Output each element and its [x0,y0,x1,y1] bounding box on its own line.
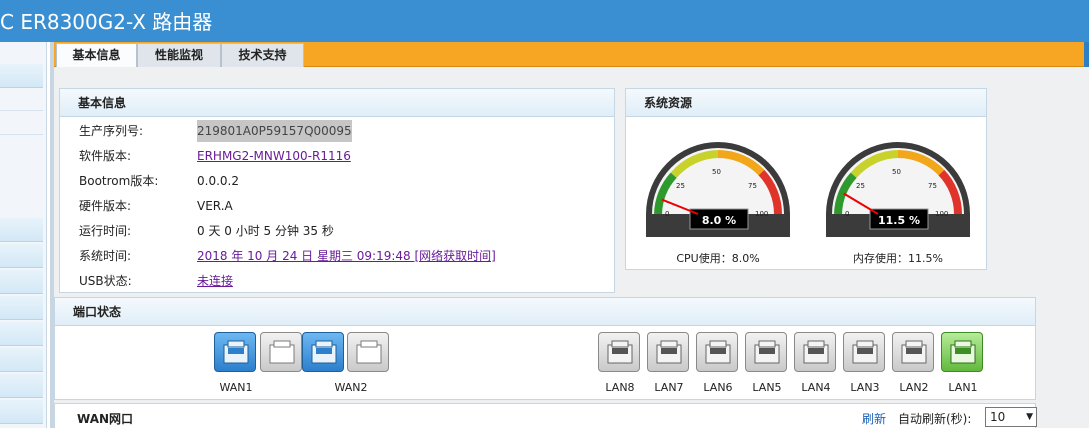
memory-gauge: 0 25 50 75 100 11.5 % 内存使用：11.5% [823,119,973,269]
system-time-label: 系统时间: [79,249,132,263]
port-status-title: 端口状态 [55,298,1035,326]
cpu-readout: 8.0 % [702,214,736,227]
ethernet-port-icon [705,340,731,364]
tab-support[interactable]: 技术支持 [221,43,304,67]
system-time-link[interactable]: 2018 年 10 月 24 日 星期三 09:19:48 [网络获取时间] [197,245,496,267]
tab-basic-info[interactable]: 基本信息 [56,43,137,67]
main-content: 基本信息 性能监视 技术支持 基本信息 生产序列号: 219801A0P5915… [54,42,1089,428]
cpu-scale-0: 0 [665,210,669,218]
cpu-scale-100: 100 [755,210,768,218]
mem-scale-25: 25 [856,182,865,190]
uptime-label: 运行时间: [79,224,132,238]
memory-caption: 内存使用：11.5% [853,252,943,265]
system-resources-panel: 系统资源 0 25 50 75 100 8.0 % CPU使用：8.0% 0 2… [625,88,987,270]
sidebar-item[interactable] [0,322,43,346]
auto-refresh-value: 10 [990,410,1006,424]
cpu-scale-25: 25 [676,182,685,190]
port-lan8[interactable]: LAN8 [598,332,640,394]
mem-scale-0: 0 [845,210,849,218]
serial-value: 219801A0P59157Q00095 [197,120,352,142]
ethernet-port-icon [950,340,976,364]
ethernet-port-icon [754,340,780,364]
wan-section-panel: WAN网口 刷新 自动刷新(秒): 10 ▼ [54,403,1037,428]
ethernet-port-icon [311,340,337,364]
port-lan7[interactable]: LAN7 [647,332,689,394]
sidebar-item[interactable] [0,218,43,242]
mem-scale-75: 75 [928,182,937,190]
port-wan2[interactable] [302,332,344,372]
software-version-link[interactable]: ERHMG2-MNW100-R1116 [197,145,351,167]
port-wan1[interactable]: WAN1 [214,332,256,394]
ethernet-port-icon [269,340,295,364]
cpu-caption: CPU使用：8.0% [676,252,760,265]
serial-label: 生产序列号: [79,124,144,138]
port-label-lan1: LAN1 [948,381,978,394]
cpu-scale-75: 75 [748,182,757,190]
ethernet-port-icon [803,340,829,364]
ethernet-port-icon [656,340,682,364]
ethernet-port-icon [223,340,249,364]
info-row-software: 软件版本: ERHMG2-MNW100-R1116 [60,145,614,167]
port-status-panel: 端口状态 WAN1 WAN2 LAN8 LAN7 LAN6 LAN5 LAN4 LAN3 L… [54,297,1036,400]
sidebar-divider [0,134,43,135]
basic-info-title: 基本信息 [60,89,614,117]
uptime-value: 0 天 0 小时 5 分钟 35 秒 [197,224,334,238]
info-row-system-time: 系统时间: 2018 年 10 月 24 日 星期三 09:19:48 [网络获… [60,245,614,267]
info-row-uptime: 运行时间: 0 天 0 小时 5 分钟 35 秒 [60,220,614,242]
port-lan1[interactable]: LAN1 [941,332,983,394]
port-wan1-secondary[interactable] [260,332,302,372]
port-lan5[interactable]: LAN5 [745,332,787,394]
software-label: 软件版本: [79,149,132,163]
port-label-wan1: WAN1 [219,381,253,394]
system-resources-title: 系统资源 [626,89,986,117]
tabbar-edge [1084,42,1089,67]
cpu-scale-50: 50 [712,168,721,176]
hardware-label: 硬件版本: [79,199,132,213]
port-lan3[interactable]: LAN3 [843,332,885,394]
refresh-link[interactable]: 刷新 [862,410,886,427]
app-header: C ER8300G2-X 路由器 [0,0,1089,42]
memory-readout: 11.5 % [878,214,920,227]
sidebar [0,42,47,428]
info-row-serial: 生产序列号: 219801A0P59157Q00095 [60,120,614,142]
port-label-wan2: WAN2 [334,381,368,394]
sidebar-item[interactable] [0,374,43,398]
cpu-gauge-dial: 0 25 50 75 100 8.0 % [646,142,790,237]
wan-section-title: WAN网口 [77,412,134,426]
port-lan6[interactable]: LAN6 [696,332,738,394]
usb-status-link[interactable]: 未连接 [197,270,233,292]
ethernet-port-icon [852,340,878,364]
sidebar-item[interactable] [0,64,43,88]
auto-refresh-label: 自动刷新(秒): [898,412,972,426]
mem-scale-100: 100 [935,210,948,218]
sidebar-item[interactable] [0,244,43,268]
bootrom-value: 0.0.0.2 [197,174,239,188]
chevron-down-icon: ▼ [1026,412,1033,422]
usb-label: USB状态: [79,274,132,288]
basic-info-panel: 基本信息 生产序列号: 219801A0P59157Q00095 软件版本: E… [59,88,615,293]
port-lan4[interactable]: LAN4 [794,332,836,394]
sidebar-item[interactable] [0,270,43,294]
port-wan2-secondary[interactable]: WAN2 [334,332,389,394]
info-row-hardware: 硬件版本: VER.A [60,195,614,217]
ethernet-port-icon [901,340,927,364]
sidebar-divider [0,110,43,111]
info-row-usb: USB状态: 未连接 [60,270,614,292]
tab-performance[interactable]: 性能监视 [137,43,221,67]
sidebar-item[interactable] [0,296,43,320]
info-row-bootrom: Bootrom版本: 0.0.0.2 [60,170,614,192]
bootrom-label: Bootrom版本: [79,174,159,188]
sidebar-item[interactable] [0,348,43,372]
port-lan2[interactable]: LAN2 [892,332,934,394]
ethernet-port-icon [356,340,382,364]
hardware-value: VER.A [197,199,233,213]
sidebar-item[interactable] [0,400,43,424]
ethernet-port-icon [607,340,633,364]
memory-gauge-dial: 0 25 50 75 100 11.5 % [826,142,970,237]
app-title: C ER8300G2-X 路由器 [0,10,213,34]
cpu-gauge: 0 25 50 75 100 8.0 % CPU使用：8.0% [643,119,793,269]
auto-refresh-select[interactable]: 10 ▼ [985,407,1037,427]
mem-scale-50: 50 [892,168,901,176]
tab-bar: 基本信息 性能监视 技术支持 [54,42,1089,67]
